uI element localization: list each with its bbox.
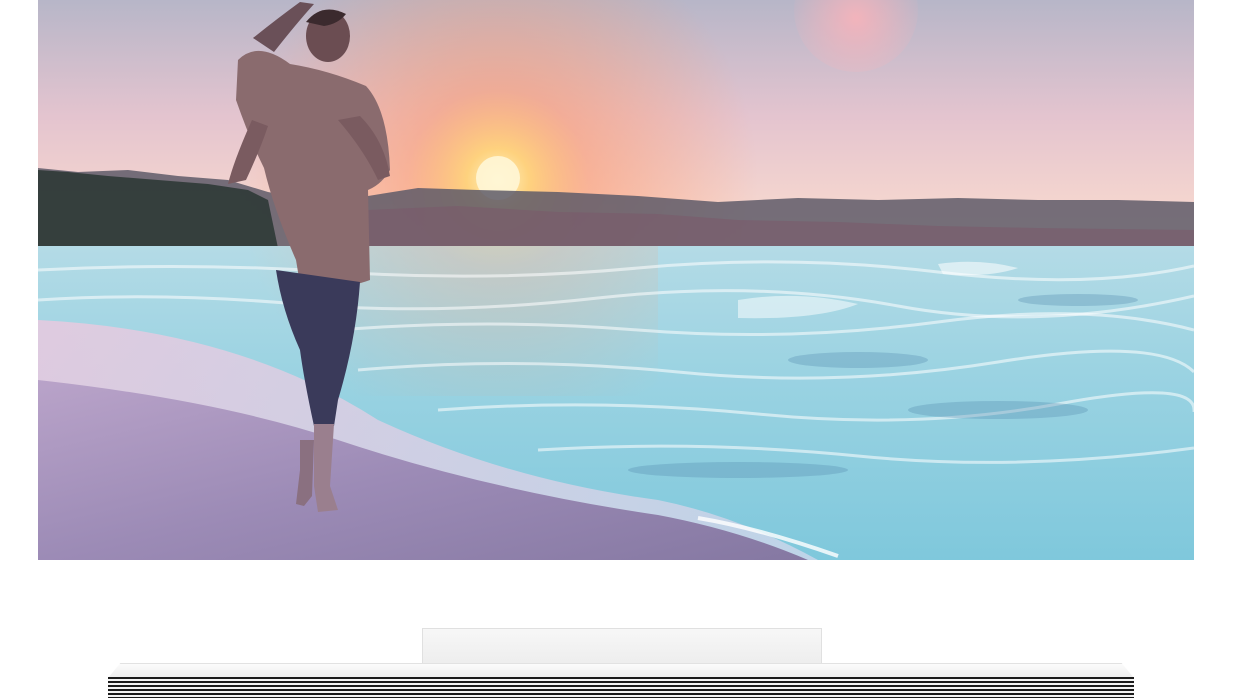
soundbar-base (108, 663, 1134, 698)
beach-photo (38, 0, 1194, 560)
product-display (0, 0, 1240, 698)
tv-screen (38, 0, 1194, 560)
speaker-grille (108, 677, 1134, 698)
soundbar-top-surface (108, 663, 1134, 678)
